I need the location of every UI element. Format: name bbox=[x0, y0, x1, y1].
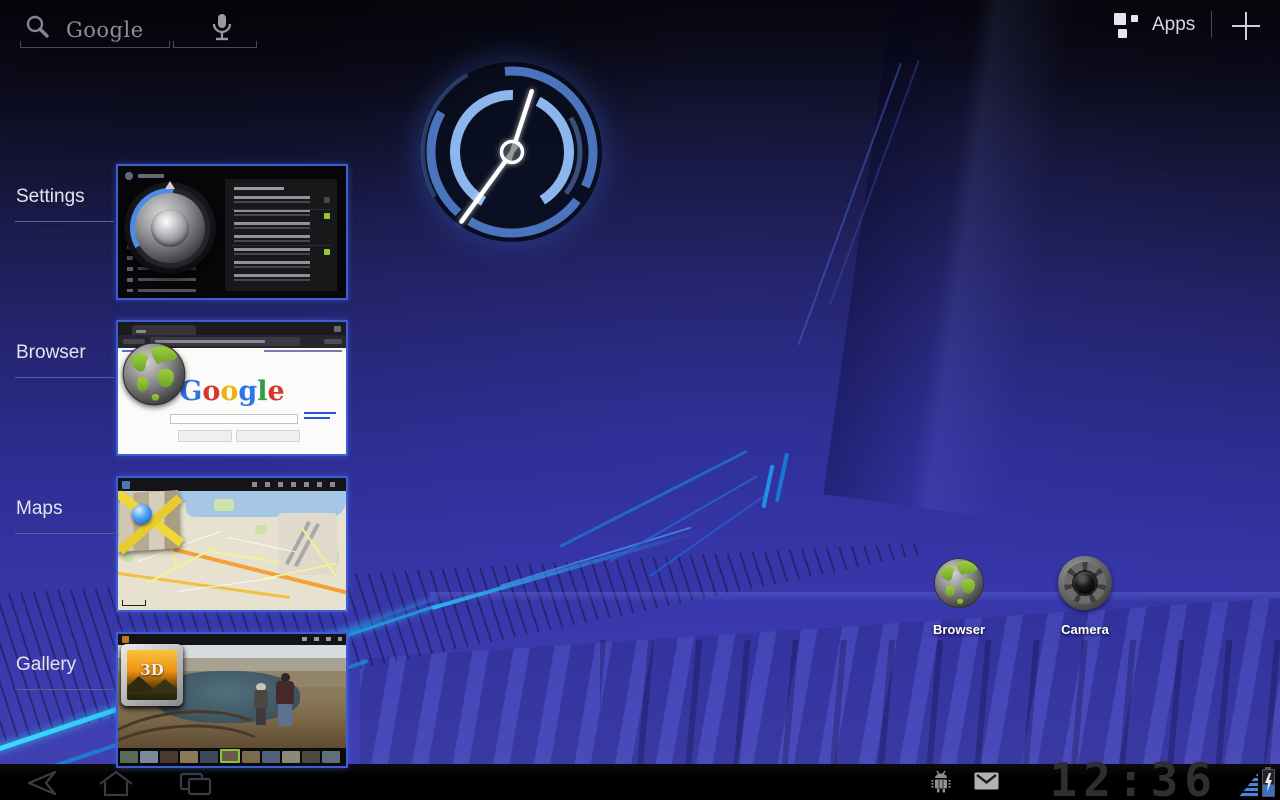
add-widget-button[interactable] bbox=[1230, 9, 1264, 43]
photo-person bbox=[276, 681, 294, 705]
label-underline bbox=[15, 533, 114, 534]
settings-screenshot bbox=[118, 166, 346, 298]
divider bbox=[231, 209, 331, 210]
map-park bbox=[214, 499, 234, 511]
checkbox-checked bbox=[324, 249, 330, 255]
analog-clock-face bbox=[414, 54, 610, 250]
status-notification-area[interactable]: 12:36 bbox=[908, 764, 1280, 800]
link-line bbox=[304, 412, 336, 414]
maps-app-icon bbox=[118, 490, 180, 552]
android-home-screen: Google Apps bbox=[0, 0, 1280, 800]
gallery-icon-badge: 3D bbox=[127, 661, 177, 679]
plus-icon bbox=[1245, 12, 1247, 40]
text-line bbox=[234, 187, 284, 190]
map-scale bbox=[122, 600, 146, 606]
wallpaper-horizon-glow bbox=[430, 592, 1280, 602]
home-button[interactable] bbox=[94, 770, 138, 796]
recent-label-text: Maps bbox=[16, 498, 62, 519]
button-graphic bbox=[178, 430, 232, 442]
label-underline bbox=[15, 689, 114, 690]
recent-app-thumbnail-settings[interactable] bbox=[116, 164, 348, 300]
wallpaper-panel-edge bbox=[823, 0, 1086, 521]
search-widget-logo: Google bbox=[66, 18, 144, 42]
gallery-filmstrip bbox=[118, 748, 346, 766]
browser-app-icon bbox=[120, 340, 188, 408]
recent-app-thumbnail-gallery[interactable]: 3D bbox=[116, 632, 348, 768]
map-park bbox=[255, 525, 267, 534]
checkbox bbox=[324, 197, 330, 203]
map-park bbox=[123, 553, 133, 562]
recent-app-thumbnail-browser[interactable]: Google bbox=[116, 320, 348, 456]
dock-shortcut-camera[interactable] bbox=[1058, 556, 1112, 610]
recent-label-text: Gallery bbox=[16, 654, 76, 675]
recent-label-text: Browser bbox=[16, 342, 86, 363]
gallery-app-icon: 3D bbox=[121, 644, 183, 706]
email-envelope-icon bbox=[974, 772, 999, 790]
search-underline bbox=[20, 41, 170, 48]
analog-clock-widget[interactable] bbox=[414, 54, 610, 250]
corner-divider bbox=[1211, 11, 1212, 38]
apps-label: Apps bbox=[1152, 14, 1195, 36]
apps-launcher-button[interactable]: Apps bbox=[1112, 10, 1198, 42]
signal-strength-icon bbox=[1238, 773, 1258, 798]
wallpaper-streak bbox=[775, 453, 789, 503]
usb-debugging-robot-icon bbox=[930, 770, 952, 794]
recent-app-label-gallery[interactable]: Gallery bbox=[16, 654, 116, 692]
settings-detail-panel bbox=[225, 179, 337, 291]
recent-app-label-maps[interactable]: Maps bbox=[16, 498, 116, 536]
battery-nub bbox=[1265, 767, 1271, 769]
battery-icon bbox=[1262, 769, 1275, 797]
wallpaper-streak bbox=[761, 464, 774, 508]
system-bar: 12:36 bbox=[0, 764, 1280, 800]
filmstrip-selected bbox=[220, 749, 240, 763]
recent-app-label-browser[interactable]: Browser bbox=[16, 342, 116, 380]
status-bar-clock: 12:36 bbox=[1038, 757, 1218, 800]
text-line bbox=[138, 174, 164, 178]
label-underline bbox=[15, 221, 114, 222]
settings-app-icon-mini bbox=[125, 172, 133, 180]
dock-shortcut-browser[interactable] bbox=[932, 556, 986, 610]
search-icon bbox=[24, 14, 50, 40]
search-box-graphic bbox=[170, 414, 298, 424]
button-graphic bbox=[236, 430, 300, 442]
checkbox-checked bbox=[324, 213, 330, 219]
camera-icon bbox=[1058, 556, 1112, 610]
link-line bbox=[304, 417, 330, 419]
dock-label-camera: Camera bbox=[1040, 622, 1130, 637]
google-search-widget[interactable]: Google bbox=[18, 6, 262, 52]
browser-tab-bar bbox=[118, 322, 346, 335]
volume-knob-graphic bbox=[124, 182, 216, 274]
label-underline bbox=[15, 377, 114, 378]
recent-label-text: Settings bbox=[16, 186, 85, 207]
map-road bbox=[116, 571, 290, 599]
recent-app-label-settings[interactable]: Settings bbox=[16, 186, 116, 224]
browser-globe-icon bbox=[932, 556, 986, 610]
apps-grid-icon bbox=[1114, 12, 1142, 40]
dock-label-browser: Browser bbox=[914, 622, 1004, 637]
back-button[interactable] bbox=[16, 770, 60, 796]
photo-person bbox=[278, 704, 292, 726]
microphone-icon[interactable] bbox=[204, 12, 240, 44]
recent-app-thumbnail-maps[interactable] bbox=[116, 476, 348, 612]
recent-apps-button[interactable] bbox=[174, 770, 218, 796]
photo-person bbox=[256, 708, 266, 725]
link-line bbox=[264, 350, 342, 352]
wallpaper-streak bbox=[610, 475, 758, 562]
divider bbox=[231, 245, 331, 246]
photo-person bbox=[254, 690, 268, 709]
